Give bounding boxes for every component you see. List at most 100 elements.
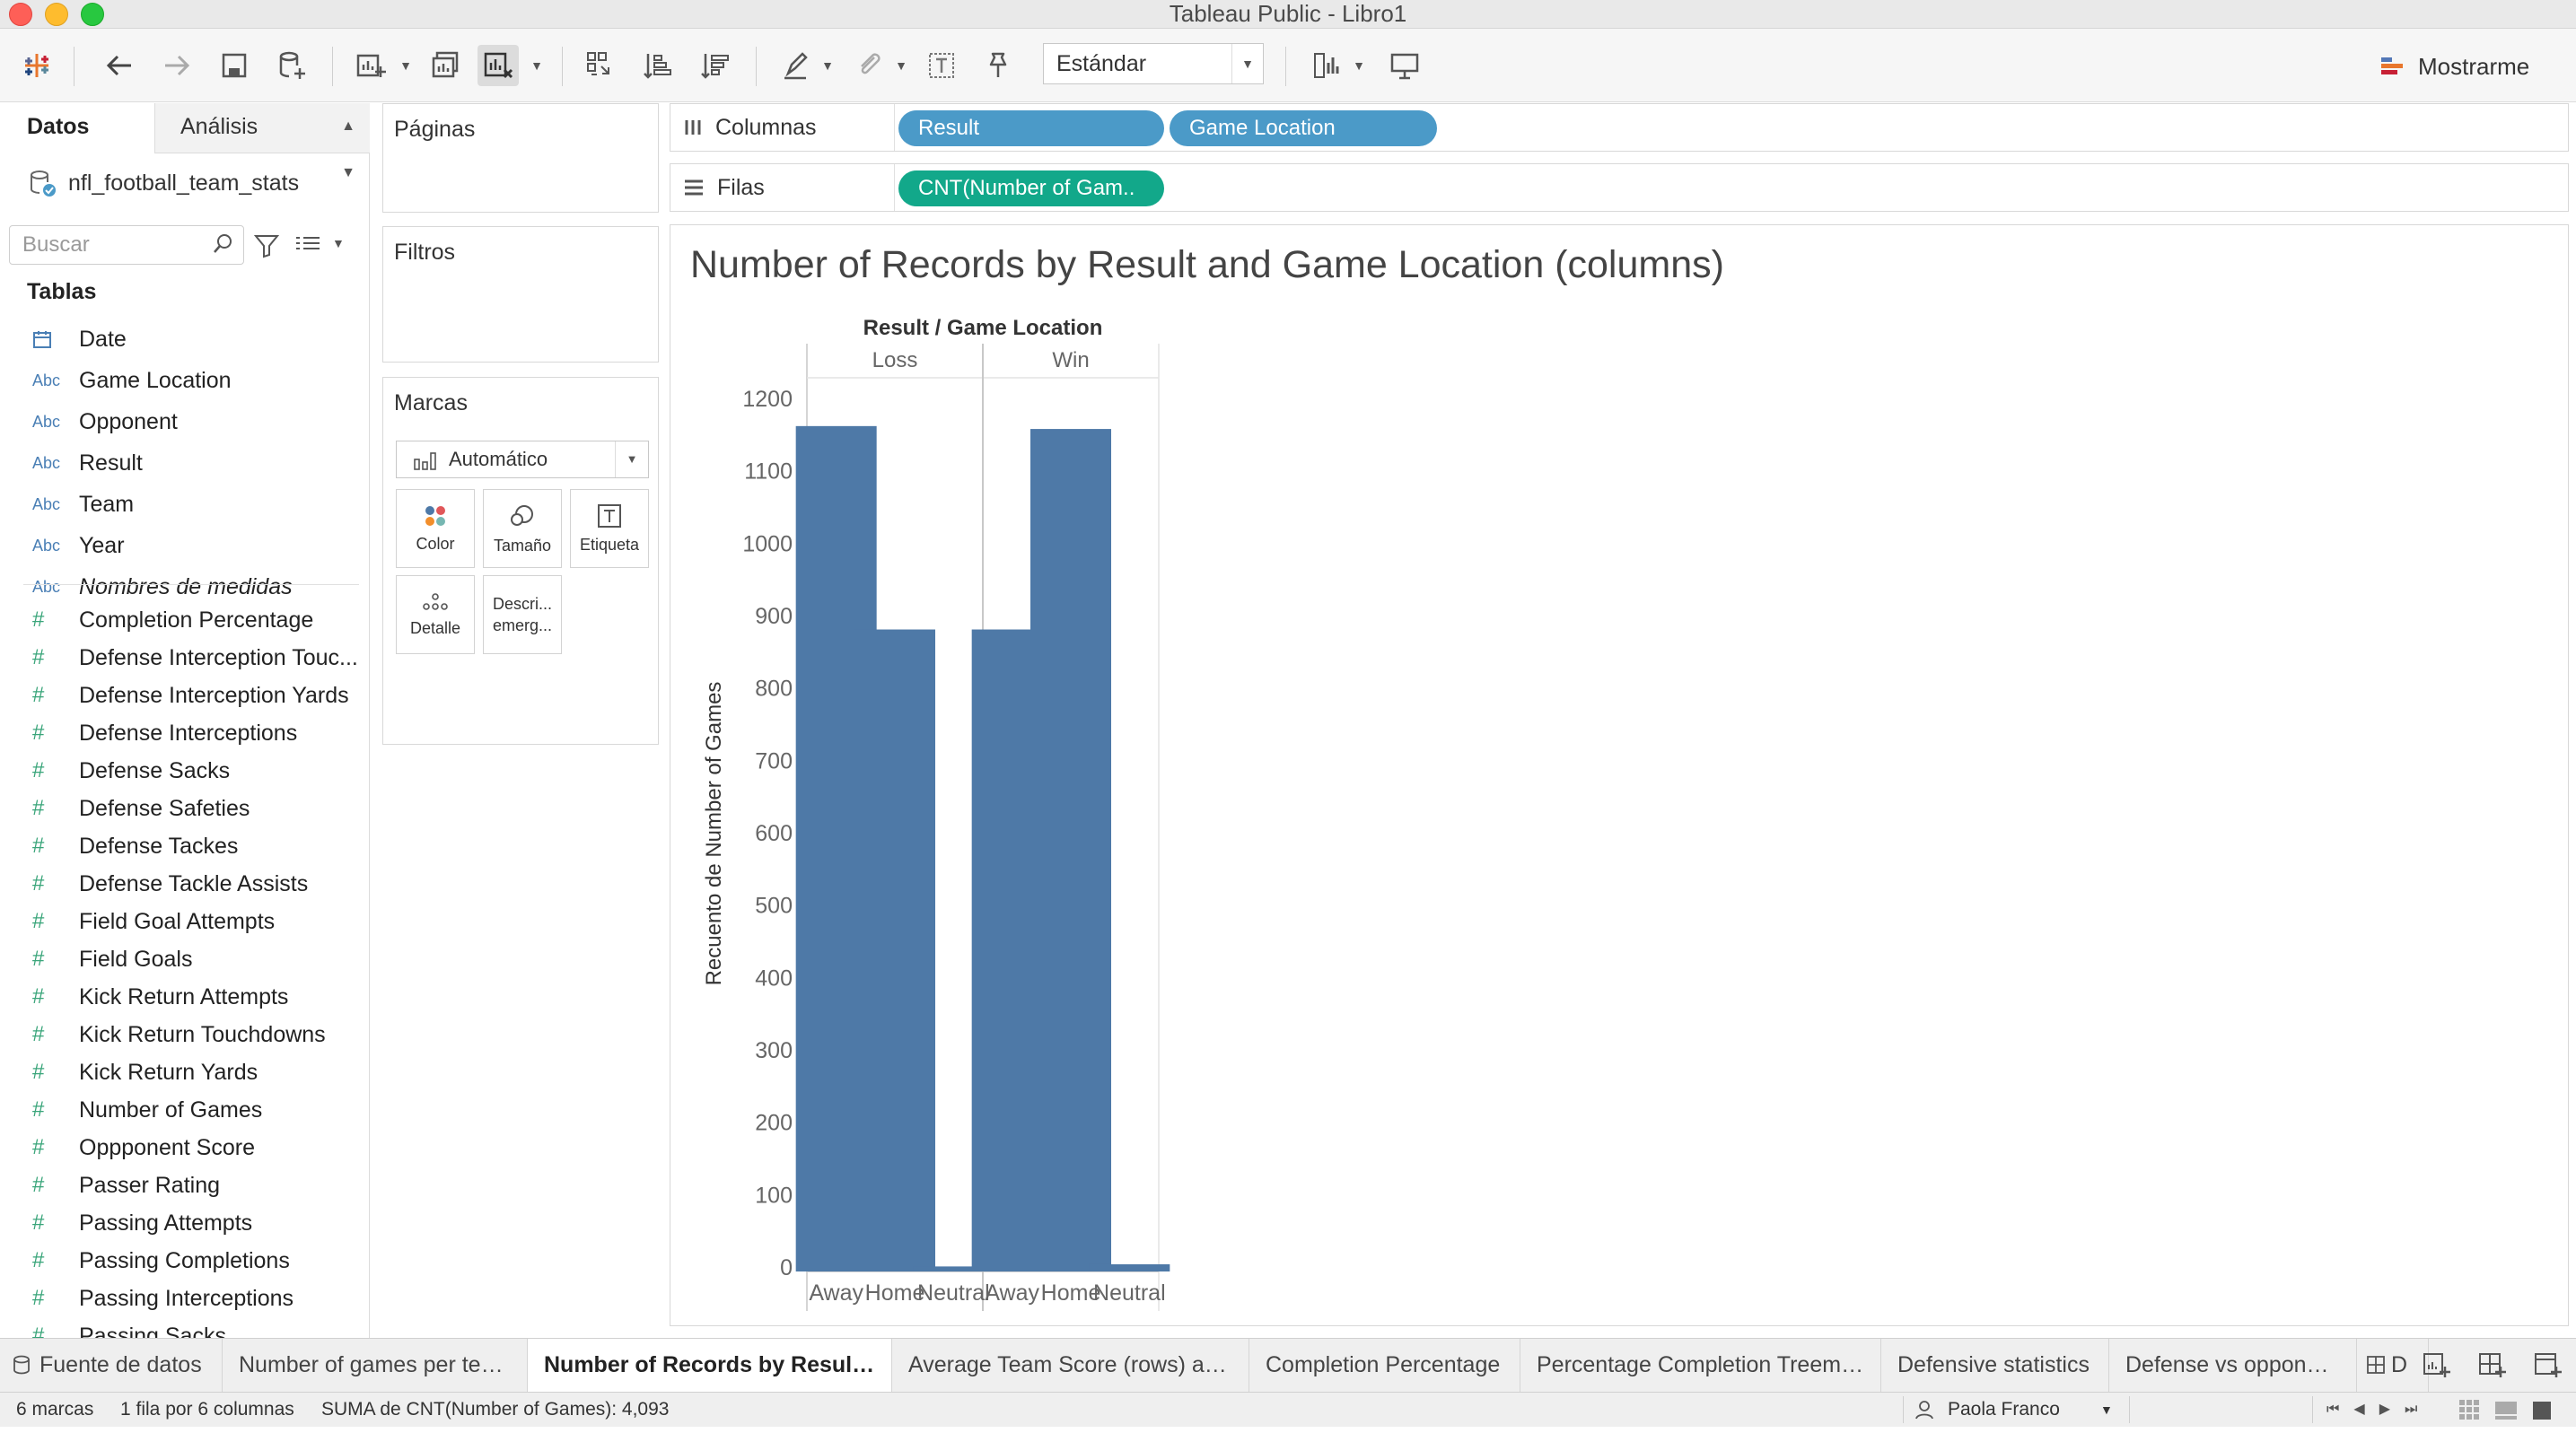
updown-arrows-icon: ▲ ▼ bbox=[341, 118, 355, 180]
filmstrip-view-icon[interactable] bbox=[2493, 1398, 2519, 1421]
x-tick-label: Home bbox=[1041, 1280, 1101, 1306]
pages-card[interactable]: Páginas bbox=[382, 103, 659, 213]
size-button[interactable]: Tamaño bbox=[483, 489, 562, 568]
search-icon[interactable] bbox=[212, 232, 235, 256]
sheet-tab[interactable]: Completion Percentage bbox=[1249, 1339, 1520, 1393]
back-arrow-icon[interactable] bbox=[99, 45, 140, 86]
clear-sheet-caret[interactable]: ▼ bbox=[530, 56, 544, 75]
group-paperclip-icon[interactable] bbox=[849, 45, 890, 86]
measure-field[interactable]: # Passing Interceptions bbox=[0, 1280, 359, 1317]
field-label: Kick Return Touchdowns bbox=[79, 1021, 326, 1047]
measure-field[interactable]: # Passer Rating bbox=[0, 1166, 359, 1204]
dimension-field[interactable]: Date bbox=[0, 320, 359, 358]
clear-sheet-icon[interactable] bbox=[478, 45, 519, 86]
columns-shelf[interactable]: Columnas Result Game Location bbox=[670, 103, 2569, 152]
measure-field[interactable]: # Defense Tackle Assists bbox=[0, 865, 359, 903]
measure-field[interactable]: # Defense Safeties bbox=[0, 790, 359, 827]
tab-data-source[interactable]: Fuente de datos bbox=[0, 1339, 223, 1393]
new-dashboard-icon[interactable] bbox=[2475, 1350, 2508, 1382]
search-input[interactable]: Buscar bbox=[9, 225, 244, 265]
measure-field[interactable]: # Defense Interception Yards bbox=[0, 677, 359, 714]
tooltip-button[interactable]: Descri... emerg... bbox=[483, 575, 562, 654]
pin-axes-icon[interactable] bbox=[977, 45, 1018, 86]
last-sheet-icon[interactable]: ⏭ bbox=[2405, 1402, 2431, 1417]
sheet-tab[interactable]: Average Team Score (rows) and ... bbox=[892, 1339, 1249, 1393]
tab-analysis[interactable]: Análisis ▲ ▼ bbox=[154, 103, 370, 180]
dimension-field[interactable]: Abc Nombres de medidas bbox=[0, 568, 359, 606]
measure-field[interactable]: # Kick Return Yards bbox=[0, 1053, 359, 1091]
dimension-field[interactable]: Abc Result bbox=[0, 444, 359, 482]
detail-button[interactable]: Detalle bbox=[396, 575, 475, 654]
mark-type-dropdown[interactable]: Automático ▼ bbox=[396, 441, 649, 478]
highlight-caret[interactable]: ▼ bbox=[820, 56, 835, 75]
new-worksheet-icon[interactable] bbox=[2420, 1350, 2452, 1382]
dimension-field[interactable]: Abc Opponent bbox=[0, 403, 359, 441]
column-pill-result[interactable]: Result bbox=[898, 110, 1164, 146]
measure-field[interactable]: # Passing Attempts bbox=[0, 1204, 359, 1242]
sheet-tab[interactable]: D bbox=[2357, 1339, 2429, 1393]
filter-icon[interactable] bbox=[253, 232, 280, 259]
fit-dropdown[interactable]: Estándar ▼ bbox=[1043, 43, 1264, 84]
sheet-tab[interactable]: Percentage Completion Treemap bbox=[1520, 1339, 1881, 1393]
sort-ascending-icon[interactable] bbox=[637, 45, 679, 86]
datasource-item[interactable]: nfl_football_team_stats bbox=[27, 162, 299, 204]
color-button[interactable]: Color bbox=[396, 489, 475, 568]
measure-field[interactable]: # Passing Completions bbox=[0, 1242, 359, 1280]
prev-sheet-icon[interactable]: ◀ bbox=[2353, 1402, 2379, 1417]
new-sheet-icon[interactable] bbox=[350, 45, 391, 86]
save-icon[interactable] bbox=[214, 45, 255, 86]
view-caret-icon[interactable]: ▼ bbox=[332, 236, 345, 250]
chevron-down-icon[interactable]: ▼ bbox=[2100, 1393, 2113, 1427]
column-pill-game-location[interactable]: Game Location bbox=[1170, 110, 1437, 146]
rows-shelf[interactable]: Filas CNT(Number of Gam.. bbox=[670, 163, 2569, 212]
show-cards-caret[interactable]: ▼ bbox=[1352, 56, 1366, 75]
dimension-field[interactable]: Abc Team bbox=[0, 485, 359, 523]
show-me-button[interactable]: Mostrarme bbox=[2379, 47, 2529, 86]
tableau-logo-icon[interactable] bbox=[16, 45, 57, 86]
measure-field[interactable]: # Field Goal Attempts bbox=[0, 903, 359, 940]
group-caret[interactable]: ▼ bbox=[894, 56, 908, 75]
sheet-tab[interactable]: Defense vs opponents bbox=[2109, 1339, 2357, 1393]
measure-field[interactable]: # Kick Return Touchdowns bbox=[0, 1016, 359, 1053]
filters-card[interactable]: Filtros bbox=[382, 226, 659, 363]
new-story-icon[interactable] bbox=[2531, 1350, 2563, 1382]
measure-field[interactable]: # Completion Percentage bbox=[0, 601, 359, 639]
tabs-view-icon[interactable] bbox=[2531, 1399, 2553, 1420]
highlight-pen-icon[interactable] bbox=[775, 45, 817, 86]
user-menu[interactable]: Paola Franco bbox=[1914, 1393, 2060, 1427]
measure-field[interactable]: # Defense Interceptions bbox=[0, 714, 359, 752]
new-datasource-icon[interactable] bbox=[271, 45, 312, 86]
measure-field[interactable]: # Defense Interception Touc... bbox=[0, 639, 359, 677]
label-button[interactable]: Etiqueta bbox=[570, 489, 649, 568]
dimension-field[interactable]: Abc Year bbox=[0, 527, 359, 564]
presentation-mode-icon[interactable] bbox=[1384, 45, 1425, 86]
measure-field[interactable]: # Defense Tackes bbox=[0, 827, 359, 865]
show-labels-icon[interactable] bbox=[921, 45, 962, 86]
sheet-tab[interactable]: Number of games per team bbox=[223, 1339, 528, 1393]
next-sheet-icon[interactable]: ▶ bbox=[2379, 1402, 2405, 1417]
forward-arrow-icon[interactable] bbox=[156, 45, 197, 86]
measure-field[interactable]: # Oppponent Score bbox=[0, 1129, 359, 1166]
mark-type-value: Automático bbox=[449, 448, 548, 470]
first-sheet-icon[interactable]: ⏮ bbox=[2326, 1402, 2353, 1417]
tab-analysis-label: Análisis bbox=[180, 114, 258, 139]
sheet-tab[interactable]: Defensive statistics bbox=[1881, 1339, 2109, 1393]
duplicate-sheet-icon[interactable] bbox=[425, 45, 467, 86]
new-sheet-caret[interactable]: ▼ bbox=[399, 56, 413, 75]
measure-hash-icon: # bbox=[32, 984, 45, 1009]
measure-field[interactable]: # Defense Sacks bbox=[0, 752, 359, 790]
sort-descending-icon[interactable] bbox=[695, 45, 736, 86]
list-view-icon[interactable] bbox=[294, 234, 321, 256]
y-tick-label: 700 bbox=[755, 748, 793, 773]
swap-rows-columns-icon[interactable] bbox=[580, 45, 621, 86]
sheet-tab-active[interactable]: Number of Records by Result a... bbox=[528, 1339, 892, 1393]
measure-field[interactable]: # Kick Return Attempts bbox=[0, 978, 359, 1016]
dimension-field[interactable]: Abc Game Location bbox=[0, 362, 359, 399]
show-cards-icon[interactable] bbox=[1307, 45, 1348, 86]
row-pill-cnt-number-of-games[interactable]: CNT(Number of Gam.. bbox=[898, 170, 1164, 206]
sheet-tab-label: D bbox=[2391, 1352, 2408, 1377]
grid-view-icon[interactable] bbox=[2458, 1398, 2481, 1421]
measure-field[interactable]: # Field Goals bbox=[0, 940, 359, 978]
database-icon bbox=[13, 1355, 30, 1375]
measure-field[interactable]: # Number of Games bbox=[0, 1091, 359, 1129]
